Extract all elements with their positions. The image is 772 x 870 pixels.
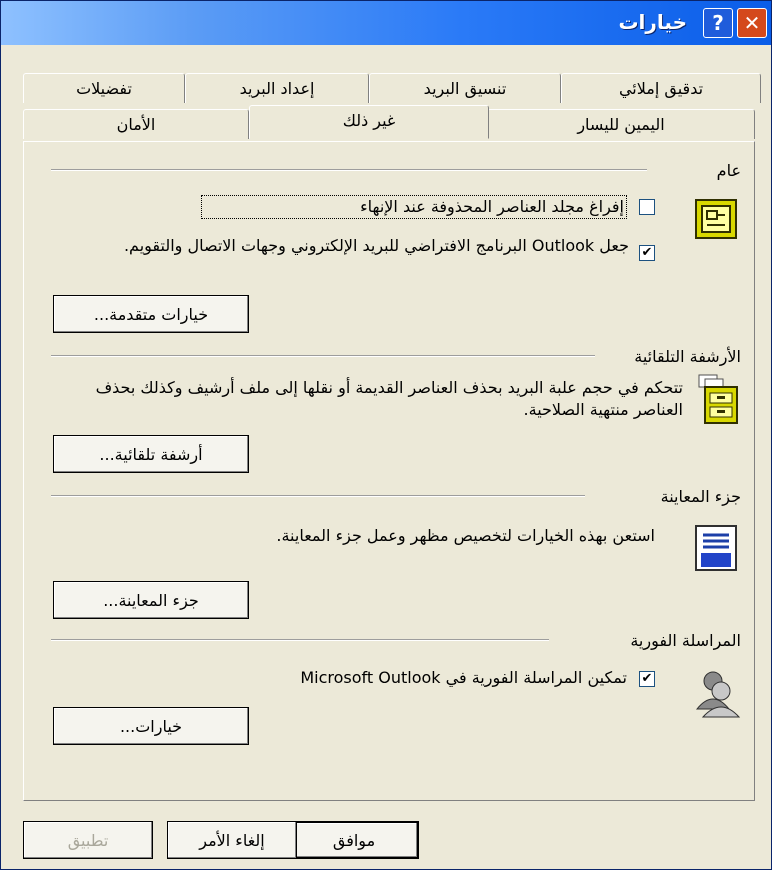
contacts-people-icon — [695, 671, 741, 718]
preview-section-title: جزء المعاينة — [660, 487, 741, 506]
archive-cabinet-icon — [698, 374, 738, 424]
autoarchive-section-title: الأرشفة التلقائية — [634, 347, 741, 366]
tab-spelling[interactable]: تدقيق إملائي — [561, 73, 761, 103]
im-options-button[interactable]: خيارات... — [53, 707, 249, 745]
enable-im-checkbox[interactable]: ✔ — [639, 671, 655, 687]
empty-deleted-checkbox[interactable] — [639, 199, 655, 215]
autoarchive-separator — [51, 355, 595, 357]
enable-im-label[interactable]: تمكين المراسلة الفورية في Microsoft Outl… — [67, 667, 627, 689]
default-program-checkbox[interactable]: ✔ — [639, 245, 655, 261]
tab-other[interactable]: غير ذلك — [249, 105, 489, 139]
title-bar: خيارات ? ✕ — [1, 1, 771, 45]
general-section-title: عام — [716, 161, 741, 180]
cancel-button[interactable]: إلغاء الأمر — [167, 821, 297, 859]
tab-security[interactable]: الأمان — [23, 109, 249, 139]
general-options-icon — [695, 199, 737, 239]
options-dialog: خيارات ? ✕ تدقيق إملائي تنسيق البريد إعد… — [0, 0, 772, 870]
im-section-title: المراسلة الفورية — [630, 631, 741, 650]
apply-button[interactable]: تطبيق — [23, 821, 153, 859]
tab-rtl[interactable]: اليمين لليسار — [487, 109, 755, 139]
preview-pane-button[interactable]: جزء المعاينة... — [53, 581, 249, 619]
close-icon[interactable]: ✕ — [737, 8, 767, 38]
help-icon[interactable]: ? — [703, 8, 733, 38]
advanced-options-button[interactable]: خيارات متقدمة... — [53, 295, 249, 333]
tab-mail-format[interactable]: تنسيق البريد — [369, 73, 561, 103]
ok-button[interactable]: موافق — [289, 821, 419, 859]
window-title: خيارات — [618, 10, 687, 34]
general-separator — [51, 169, 647, 171]
preview-pane-icon — [695, 525, 737, 571]
tab-mail-setup[interactable]: إعداد البريد — [185, 73, 369, 103]
tab-preferences[interactable]: تفضيلات — [23, 73, 185, 103]
autoarchive-description: تتحكم في حجم علبة البريد بحذف العناصر ال… — [95, 378, 683, 419]
default-program-label[interactable]: جعل Outlook البرنامج الافتراضي للبريد ال… — [89, 235, 629, 257]
preview-description: استعن بهذه الخيارات لتخصيص مظهر وعمل جزء… — [276, 526, 655, 545]
preview-separator — [51, 495, 585, 497]
empty-deleted-label[interactable]: إفراغ مجلد العناصر المحذوفة عند الإنهاء — [201, 195, 627, 219]
autoarchive-button[interactable]: أرشفة تلقائية... — [53, 435, 249, 473]
im-separator — [51, 639, 549, 641]
